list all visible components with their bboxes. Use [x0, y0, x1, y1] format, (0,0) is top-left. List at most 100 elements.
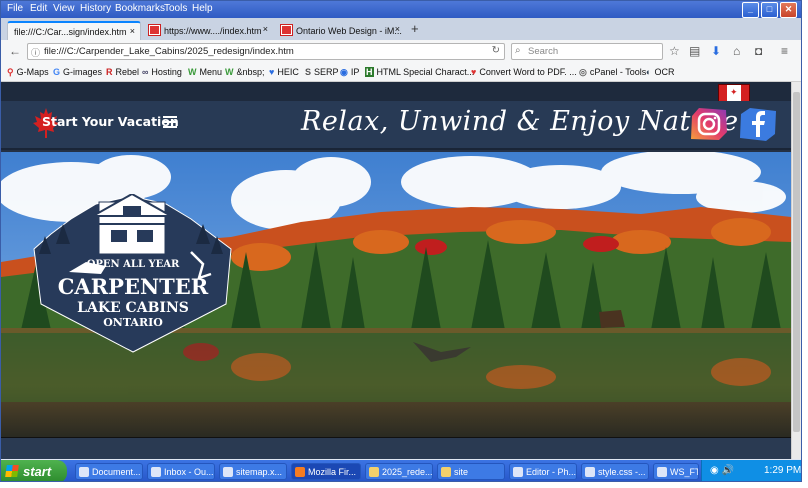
taskbar-item-inbox[interactable]: Inbox - Ou...	[147, 463, 215, 480]
bookmark-cpanel[interactable]: ◎ cPanel - Tools	[579, 67, 646, 78]
instagram-icon[interactable]	[689, 106, 729, 142]
vertical-scrollbar[interactable]	[791, 82, 801, 459]
ocr-icon: ◐	[646, 67, 652, 77]
canada-flag-icon	[280, 24, 293, 36]
download-icon[interactable]: ⬇	[711, 44, 721, 58]
bookmark-rebel[interactable]: R Rebel	[106, 67, 139, 77]
start-button[interactable]: start	[1, 460, 67, 481]
search-placeholder: Search	[528, 46, 559, 57]
tab-local-index[interactable]: file:///C:/Car...sign/index.htm ×	[7, 21, 141, 40]
bookmark-star-icon[interactable]: ☆	[669, 44, 680, 58]
hamburger-menu-icon[interactable]	[163, 116, 177, 128]
logo-open-text: OPEN ALL YEAR	[87, 259, 180, 270]
tab-label: Ontario Web Design - iM...	[296, 26, 402, 36]
search-icon: ⌕	[515, 45, 521, 56]
bookmark-serp[interactable]: S SERP	[305, 67, 339, 77]
url-bar[interactable]: ⓘ file:///C:/Carpender_Lake_Cabins/2025_…	[27, 43, 505, 60]
bookmark-gimages[interactable]: G G-images	[53, 67, 102, 77]
heart-icon: ♥	[471, 67, 477, 77]
web-page: ✦ Start Your Vacation Relax, Unwind & En…	[1, 82, 791, 459]
reload-icon[interactable]: ↻	[492, 45, 500, 56]
word-icon	[79, 467, 89, 477]
folder-icon	[369, 467, 379, 477]
canada-flag-icon[interactable]: ✦	[718, 84, 750, 102]
menu-history[interactable]: History	[80, 3, 111, 14]
menu-tools[interactable]: Tools	[164, 3, 187, 14]
tab-label: https://www..../index.htm	[164, 26, 262, 36]
serp-icon: S	[305, 67, 312, 77]
close-tab-icon[interactable]: ×	[130, 26, 135, 36]
tab-remote-index[interactable]: https://www..../index.htm ×	[143, 21, 273, 40]
clock[interactable]: 1:29 PM	[764, 465, 801, 476]
library-icon[interactable]: ▤	[689, 44, 700, 58]
bookmark-hosting[interactable]: ∞ Hosting	[142, 67, 182, 77]
windows-taskbar: start Document... Inbox - Ou... sitemap.…	[1, 460, 801, 481]
menu-bookmarks[interactable]: Bookmarks	[115, 3, 165, 14]
maximize-button[interactable]: □	[761, 2, 778, 18]
taskbar-item-firefox[interactable]: Mozilla Fir...	[291, 463, 361, 480]
taskbar-item-folder-2025[interactable]: 2025_rede...	[365, 463, 433, 480]
carpenter-lake-cabins-logo: OPEN ALL YEAR CARPENTER LAKE CABINS ONTA…	[33, 194, 232, 353]
menu-help[interactable]: Help	[192, 3, 213, 14]
menu-file[interactable]: File	[7, 3, 23, 14]
windows-logo-icon	[5, 465, 19, 477]
close-tab-icon[interactable]: ×	[395, 24, 400, 34]
url-text: file:///C:/Carpender_Lake_Cabins/2025_re…	[44, 46, 294, 57]
taskbar-item-site[interactable]: site	[437, 463, 505, 480]
close-button[interactable]: ✕	[780, 2, 797, 18]
logo-name-line1: CARPENTER	[58, 274, 209, 299]
bookmark-gmaps[interactable]: ⚲ G-Maps	[7, 67, 49, 78]
back-button[interactable]: ←	[9, 44, 21, 58]
taskbar-item-style-css[interactable]: style.css -...	[581, 463, 649, 480]
google-icon: G	[53, 67, 61, 77]
close-tab-icon[interactable]: ×	[263, 24, 268, 34]
start-label: start	[23, 464, 52, 479]
heart-icon: ♥	[269, 67, 275, 77]
facebook-icon[interactable]	[738, 106, 778, 142]
bookmark-ocr[interactable]: ◐ OCR	[646, 67, 674, 77]
bookmark-ip[interactable]: ◉ IP	[340, 67, 359, 78]
taskbar-item-document[interactable]: Document...	[75, 463, 143, 480]
tab-label: file:///C:/Car...sign/index.htm	[14, 27, 127, 37]
site-tagline: Relax, Unwind & Enjoy Nature	[301, 106, 739, 137]
bookmark-nbsp[interactable]: W &nbsp;	[225, 67, 265, 77]
start-your-vacation-link[interactable]: Start Your Vacation	[42, 114, 179, 129]
minimize-button[interactable]: _	[742, 2, 759, 18]
logo-name-line3: ONTARIO	[103, 316, 163, 329]
taskbar-item-sitemap[interactable]: sitemap.x...	[219, 463, 287, 480]
w-icon: W	[225, 67, 234, 77]
taskbar-item-ws-ftp[interactable]: WS_FTP9...	[653, 463, 699, 480]
home-icon[interactable]: ⌂	[733, 44, 740, 58]
search-input[interactable]: ⌕ Search	[511, 43, 663, 60]
hamburger-menu-icon[interactable]: ≡	[781, 44, 788, 58]
pocket-icon[interactable]: ◘	[755, 44, 762, 58]
bookmark-convert-word[interactable]: ♥ Convert Word to PDF. ...	[471, 67, 577, 77]
ftp-icon	[657, 467, 667, 477]
firefox-icon	[295, 467, 305, 477]
menu-edit[interactable]: Edit	[30, 3, 47, 14]
browser-window: File Edit View History Bookmarks Tools H…	[0, 0, 802, 482]
bookmark-heic[interactable]: ♥ HEIC	[269, 67, 299, 77]
scrollbar-thumb[interactable]	[793, 92, 800, 432]
info-icon[interactable]: ⓘ	[31, 46, 40, 59]
h-icon: H	[365, 67, 374, 77]
menu-view[interactable]: View	[53, 3, 75, 14]
mail-icon	[151, 467, 161, 477]
bookmarks-toolbar: ⚲ G-Maps G G-images R Rebel ∞ Hosting W Menu …	[1, 64, 801, 82]
rebel-icon: R	[106, 67, 113, 77]
navigation-bar: ← ⓘ file:///C:/Carpender_Lake_Cabins/202…	[1, 40, 801, 65]
tray-icons[interactable]: ◉ 🔊	[710, 465, 734, 476]
taskbar-item-editor[interactable]: Editor - Ph...	[509, 463, 577, 480]
new-tab-button[interactable]: +	[411, 21, 419, 36]
w-icon: W	[188, 67, 197, 77]
menu-bar: File Edit View History Bookmarks Tools H…	[1, 1, 801, 18]
tab-bar: file:///C:/Car...sign/index.htm × https:…	[1, 18, 801, 40]
cpanel-icon: ◎	[579, 67, 587, 77]
hero-bottom-band	[1, 437, 791, 459]
bookmark-html-special-chars[interactable]: H HTML Special Charact...	[365, 67, 474, 77]
bookmark-menu[interactable]: W Menu	[188, 67, 222, 77]
tab-ontario-web-design[interactable]: Ontario Web Design - iM... ×	[275, 21, 405, 40]
ip-icon: ◉	[340, 67, 348, 77]
editor-icon	[513, 467, 523, 477]
hosting-icon: ∞	[142, 67, 149, 77]
